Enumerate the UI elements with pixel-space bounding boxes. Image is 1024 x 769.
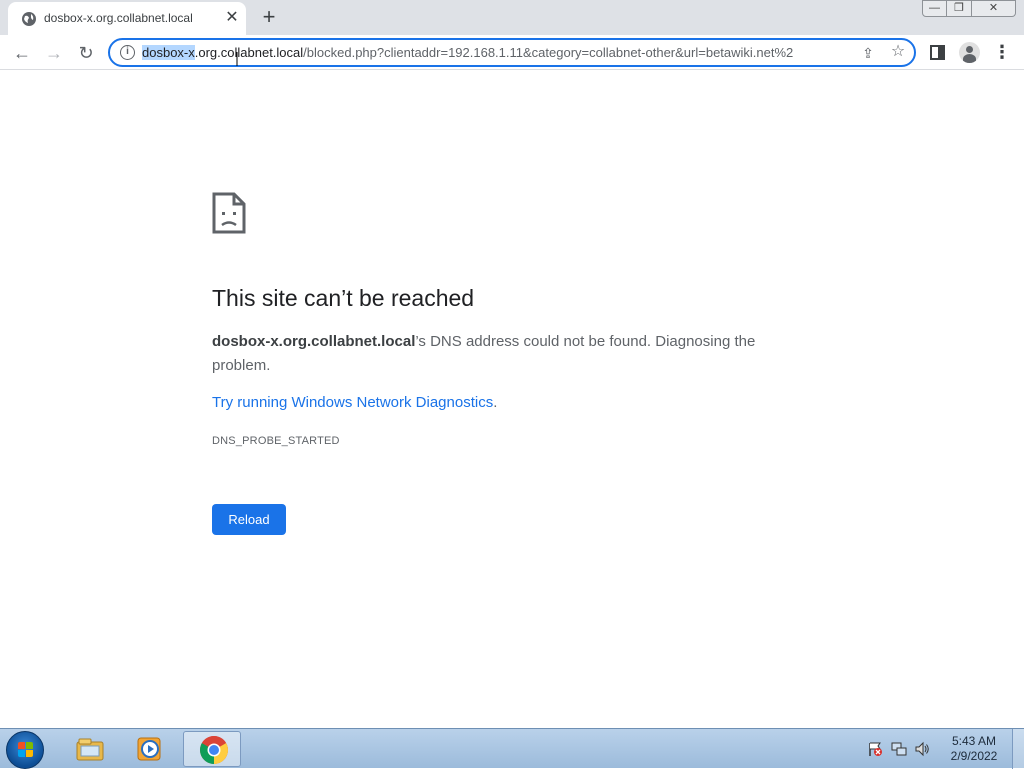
windows-logo-icon — [18, 742, 34, 758]
error-description: dosbox-x.org.collabnet.local’s DNS addre… — [212, 330, 772, 378]
url-text[interactable]: dosbox-x.org.collabnet.local/blocked.php… — [142, 45, 848, 60]
taskbar-chrome[interactable] — [183, 731, 241, 767]
menu-icon[interactable]: ⋮ — [993, 42, 1011, 63]
action-center-flag-icon[interactable] — [867, 741, 883, 757]
tab-strip: dosbox-x.org.collabnet.local ✕ + — ❐ ✕ — [0, 0, 1024, 35]
sad-document-icon — [212, 192, 246, 234]
network-icon[interactable] — [891, 741, 907, 757]
media-player-icon — [137, 737, 161, 761]
chrome-icon — [200, 736, 228, 764]
minimize-button[interactable]: — — [922, 0, 947, 17]
bookmark-star-icon[interactable]: ☆ — [889, 43, 907, 61]
side-panel-icon[interactable] — [930, 45, 945, 60]
restore-button[interactable]: ❐ — [947, 0, 972, 17]
new-tab-button[interactable]: + — [257, 6, 281, 30]
share-icon[interactable]: ⇪ — [859, 44, 877, 62]
error-host: dosbox-x.org.collabnet.local — [212, 333, 416, 350]
windows-taskbar: 5:43 AM 2/9/2022 — [0, 728, 1024, 769]
close-icon[interactable]: ✕ — [224, 10, 240, 26]
profile-avatar-icon[interactable] — [959, 42, 980, 63]
url-selected-text: dosbox-x — [142, 45, 195, 60]
file-explorer-icon — [76, 738, 104, 761]
window-controls: — ❐ ✕ — [922, 0, 1016, 18]
start-button[interactable] — [6, 731, 44, 769]
window-close-button[interactable]: ✕ — [972, 0, 1016, 17]
error-code: DNS_PROBE_STARTED — [212, 435, 340, 447]
clock-date: 2/9/2022 — [950, 749, 998, 763]
error-page: This site can’t be reached dosbox-x.org.… — [0, 71, 1024, 728]
forward-button[interactable]: → — [40, 39, 68, 67]
taskbar-file-explorer[interactable] — [60, 731, 118, 767]
volume-icon[interactable] — [914, 741, 930, 757]
diagnostics-link-line: Try running Windows Network Diagnostics. — [212, 394, 497, 411]
url-path: /blocked.php?clientaddr=192.168.1.11&cat… — [303, 45, 794, 60]
site-info-icon[interactable]: i — [120, 45, 135, 60]
back-button[interactable]: ← — [8, 39, 36, 67]
taskbar-clock[interactable]: 5:43 AM 2/9/2022 — [944, 734, 1004, 764]
browser-toolbar: ← → ↻ i dosbox-x.org.collabnet.local/blo… — [0, 35, 1024, 70]
link-period: . — [493, 394, 498, 411]
reload-button[interactable]: Reload — [212, 504, 286, 535]
error-title: This site can’t be reached — [212, 285, 475, 311]
network-diagnostics-link[interactable]: Try running Windows Network Diagnostics — [212, 394, 493, 411]
text-cursor-icon — [236, 52, 238, 66]
tab-title: dosbox-x.org.collabnet.local — [44, 11, 193, 25]
globe-icon — [22, 12, 36, 26]
taskbar-media-player[interactable] — [120, 731, 178, 767]
clock-time: 5:43 AM — [951, 734, 997, 748]
address-bar[interactable]: i dosbox-x.org.collabnet.local/blocked.p… — [108, 38, 916, 67]
browser-tab[interactable]: dosbox-x.org.collabnet.local ✕ — [8, 2, 246, 35]
reload-icon[interactable]: ↻ — [72, 39, 100, 67]
url-host: .org.collabnet.local — [194, 45, 304, 60]
show-desktop-button[interactable] — [1012, 729, 1024, 769]
